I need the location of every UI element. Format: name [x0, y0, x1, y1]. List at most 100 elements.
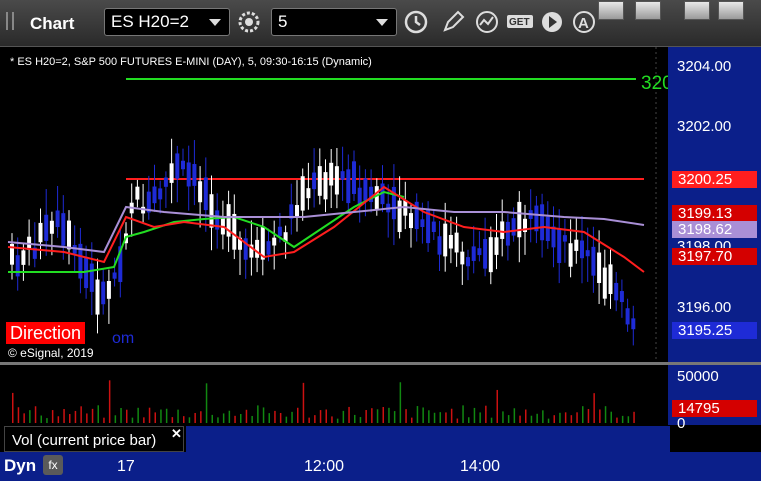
candle-body: [545, 216, 550, 242]
volume-bar: [348, 406, 350, 423]
volume-bar: [485, 405, 487, 423]
volume-bar: [211, 414, 213, 423]
candle-body: [15, 255, 20, 277]
status-mode-label[interactable]: Dyn: [4, 456, 36, 476]
time-tick-1200: 12:00: [304, 458, 345, 475]
candle-body: [420, 219, 425, 228]
volume-chart-plot[interactable]: [4, 365, 668, 425]
volume-bar: [336, 418, 339, 423]
volume-bar: [365, 410, 367, 423]
candle-body: [152, 186, 157, 204]
play-icon[interactable]: [539, 9, 565, 35]
direction-label: Direction: [6, 322, 86, 344]
volume-bar: [308, 417, 310, 423]
volume-bar: [587, 409, 590, 423]
alert-icon[interactable]: A: [571, 9, 597, 35]
volume-bar: [165, 408, 168, 423]
volume-bar: [234, 415, 236, 423]
close-icon[interactable]: ✕: [171, 426, 182, 442]
candle-body: [38, 222, 43, 243]
candle-body: [597, 252, 602, 283]
candle-body: [203, 177, 208, 211]
volume-axis[interactable]: 50000 0 14795: [668, 365, 761, 432]
candle-body: [437, 236, 442, 255]
volume-bar: [564, 412, 567, 423]
volume-bar: [183, 416, 185, 423]
price-tag-red-line: 3200.25: [672, 171, 757, 188]
volume-bar: [559, 412, 561, 423]
candle-body: [101, 281, 106, 305]
volume-bar: [319, 410, 322, 423]
volume-bar: [496, 389, 498, 423]
copyright-text: © eSignal, 2019: [8, 346, 94, 360]
candle-body: [580, 240, 584, 259]
volume-bar: [507, 415, 510, 423]
price-axis[interactable]: 3204.00 3202.00 3198.00 3196.00 3200.25 …: [668, 47, 761, 362]
volume-bar: [108, 380, 111, 423]
price-chart-plot[interactable]: 320: [4, 47, 673, 362]
interval-select[interactable]: 5: [271, 8, 397, 36]
close-window-button[interactable]: [718, 1, 744, 20]
price-chart-panel[interactable]: 320: [4, 47, 673, 362]
candle-body: [232, 213, 237, 250]
study-icon[interactable]: [474, 9, 500, 35]
volume-bar: [23, 413, 25, 423]
volume-bar: [17, 407, 20, 423]
candle-body: [397, 200, 402, 233]
candle-body: [471, 246, 476, 261]
volume-bar: [160, 409, 162, 423]
interval-value: 5: [278, 12, 288, 31]
pencil-icon[interactable]: [440, 9, 466, 35]
volume-bar: [46, 418, 48, 423]
volume-bar: [285, 416, 288, 423]
volume-bar: [57, 416, 60, 423]
volume-bar: [388, 407, 390, 423]
toolbar-grip-icon[interactable]: [6, 12, 20, 32]
volume-bar: [240, 414, 242, 423]
volume-bar: [200, 411, 202, 423]
candle-body: [158, 188, 163, 200]
volume-bar: [422, 407, 424, 423]
candle-body: [272, 237, 277, 246]
volume-bar: [34, 406, 37, 423]
symbol-select[interactable]: ES H20=2: [104, 8, 230, 36]
candle-body: [44, 214, 49, 241]
clock-icon[interactable]: [403, 9, 429, 35]
volume-bar: [314, 415, 316, 423]
maximize-window-button[interactable]: [684, 1, 710, 20]
volume-bar: [593, 393, 595, 423]
volume-bar: [547, 418, 550, 423]
chart-info-line: * ES H20=2, S&P 500 FUTURES E-MINI (DAY)…: [10, 56, 372, 68]
candle-body: [49, 220, 54, 234]
volume-bar: [627, 416, 630, 423]
candle-body: [511, 218, 516, 236]
restore-window-button[interactable]: [635, 1, 661, 20]
candle-body: [505, 221, 510, 246]
volume-bar: [490, 417, 493, 423]
volume-bar: [222, 413, 225, 423]
candle-body: [135, 186, 140, 200]
candle-body: [602, 267, 607, 299]
chart-toolbar: Chart ES H20=2 5 GET A: [0, 0, 761, 47]
volume-chart-panel[interactable]: [4, 365, 668, 425]
candle-body: [363, 178, 368, 201]
volume-bar: [97, 405, 99, 423]
fx-icon[interactable]: fx: [43, 455, 63, 475]
volume-bar: [376, 409, 379, 423]
candle-body: [625, 308, 630, 325]
gear-icon[interactable]: [236, 9, 262, 35]
link-window-button[interactable]: [598, 1, 624, 20]
get-icon[interactable]: GET: [506, 9, 533, 35]
candle-body: [181, 160, 185, 170]
time-axis[interactable]: 17 12:00 14:00: [0, 452, 761, 481]
volume-bar: [148, 407, 151, 423]
volume-bar: [519, 415, 521, 423]
volume-bar: [610, 411, 612, 423]
volume-bar: [257, 405, 259, 423]
candle-body: [608, 264, 613, 295]
candle-body: [568, 243, 573, 267]
volume-bar: [621, 415, 624, 423]
candle-body: [317, 166, 322, 196]
volume-bar: [120, 407, 122, 423]
volume-bar: [63, 409, 65, 423]
